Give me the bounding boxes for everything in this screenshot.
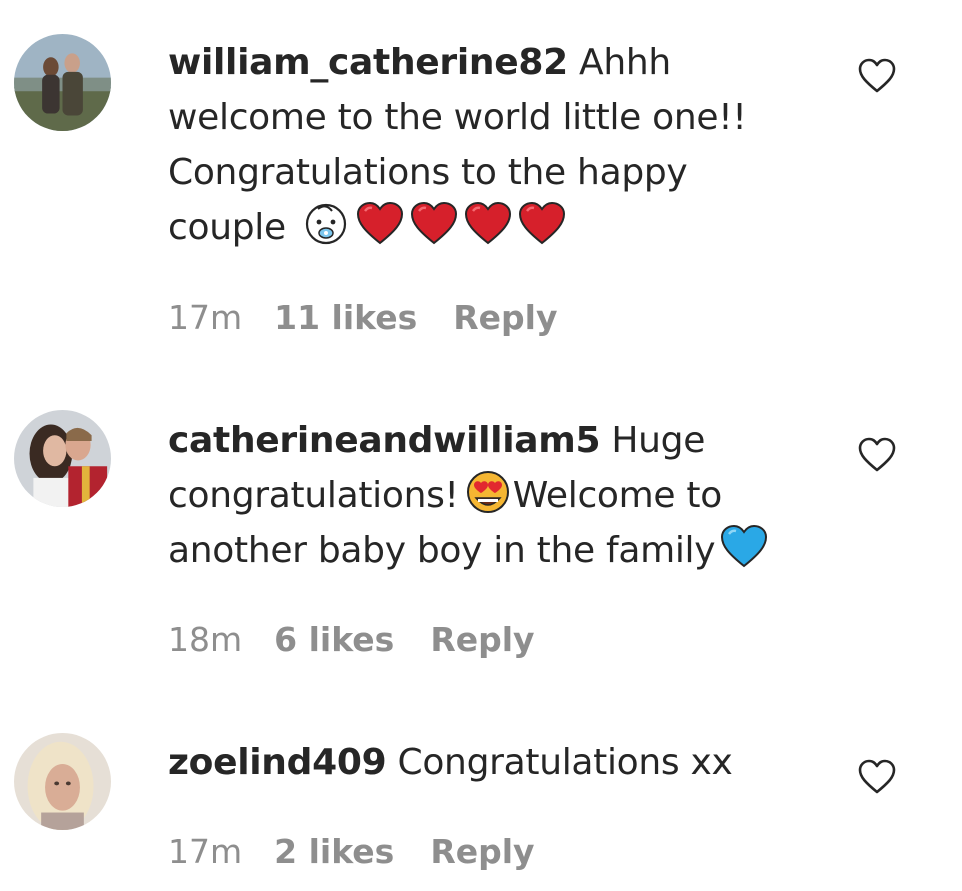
reply-button[interactable]: Reply [453,298,557,337]
reply-button[interactable]: Reply [430,832,534,871]
comment-meta: 17m 11 likes Reply [168,298,558,337]
heart-outline-icon[interactable] [858,437,896,473]
comment-time[interactable]: 17m [168,832,242,871]
heart-outline-icon[interactable] [858,58,896,94]
red-heart-emoji [517,201,567,247]
comment-meta: 18m 6 likes Reply [168,620,535,659]
blue-heart-emoji [719,524,769,570]
comment-time[interactable]: 17m [168,298,242,337]
comment-body: catherineandwilliam5 Huge congratulation… [168,413,798,578]
comment-username[interactable]: zoelind409 [168,742,387,783]
baby-face-emoji [301,201,351,247]
comment-time[interactable]: 18m [168,620,242,659]
comment-username[interactable]: william_catherine82 [168,42,568,83]
comment-likes[interactable]: 11 likes [274,298,417,337]
avatar[interactable] [14,733,111,830]
comment-likes[interactable]: 2 likes [274,832,394,871]
comment-text: Congratulations xx [397,742,733,783]
reply-button[interactable]: Reply [430,620,534,659]
avatar[interactable] [14,34,111,131]
comment-body: william_catherine82 Ahhh welcome to the … [168,35,798,255]
red-heart-emoji [463,201,513,247]
comment-body: zoelind409 Congratulations xx [168,735,798,790]
comment-username[interactable]: catherineandwilliam5 [168,420,601,461]
heart-outline-icon[interactable] [858,759,896,795]
comment-likes[interactable]: 6 likes [274,620,394,659]
red-heart-emoji [409,201,459,247]
red-heart-emoji [355,201,405,247]
comment-meta: 17m 2 likes Reply [168,832,535,871]
heart-eyes-emoji [463,469,513,515]
avatar[interactable] [14,410,111,507]
